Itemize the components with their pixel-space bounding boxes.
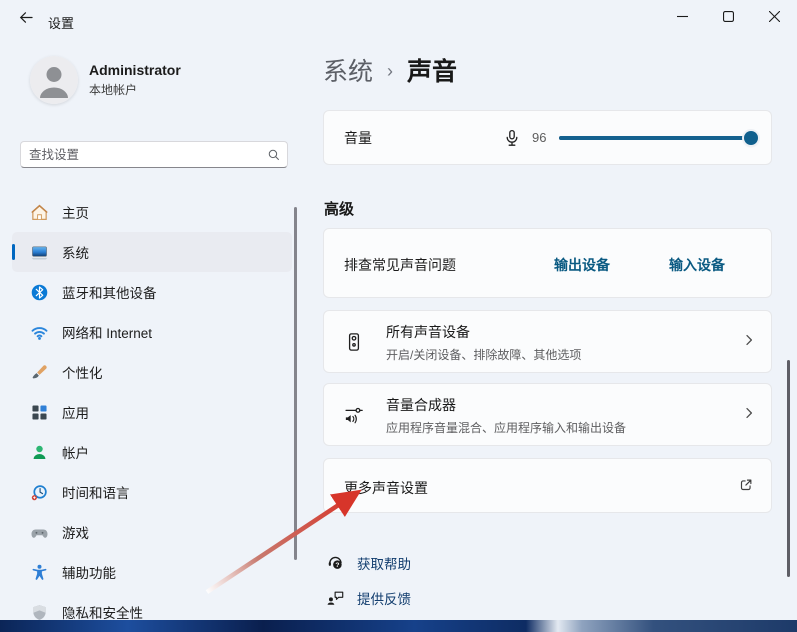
sidebar-item-accounts[interactable]: 帐户 bbox=[12, 432, 292, 472]
sidebar-item-system[interactable]: 系统 bbox=[12, 232, 292, 272]
troubleshoot-label: 排查常见声音问题 bbox=[344, 255, 456, 275]
sidebar-nav: 主页 系统 蓝牙和其他设备 网络和 In bbox=[12, 192, 292, 632]
system-icon bbox=[29, 242, 49, 262]
all-sound-devices-row[interactable]: 所有声音设备 开启/关闭设备、排除故障、其他选项 bbox=[323, 310, 772, 373]
volume-label: 音量 bbox=[344, 128, 372, 148]
chevron-right-icon bbox=[741, 405, 757, 426]
sidebar-item-time-language[interactable]: 时间和语言 bbox=[12, 472, 292, 512]
close-button[interactable] bbox=[751, 0, 797, 32]
minimize-button[interactable] bbox=[659, 0, 705, 32]
more-sound-settings-label: 更多声音设置 bbox=[344, 478, 428, 498]
breadcrumb-separator: › bbox=[387, 61, 393, 82]
chevron-right-icon bbox=[741, 332, 757, 353]
footer-links: ? 获取帮助 提供反馈 bbox=[325, 545, 411, 615]
network-icon bbox=[29, 322, 49, 342]
back-button[interactable] bbox=[10, 6, 42, 34]
back-arrow-icon bbox=[18, 9, 35, 31]
svg-text:?: ? bbox=[335, 562, 339, 569]
give-feedback-link[interactable]: 提供反馈 bbox=[325, 580, 411, 615]
avatar bbox=[30, 56, 78, 104]
sidebar-scrollbar[interactable] bbox=[294, 207, 297, 560]
apps-icon bbox=[29, 402, 49, 422]
accessibility-icon bbox=[29, 562, 49, 582]
get-help-link[interactable]: ? 获取帮助 bbox=[325, 545, 411, 580]
home-icon bbox=[29, 202, 49, 222]
page-title: 声音 bbox=[407, 52, 457, 88]
window-title: 设置 bbox=[48, 13, 74, 32]
microphone-icon bbox=[502, 128, 522, 153]
profile-account-type: 本地帐户 bbox=[89, 81, 181, 98]
search-box[interactable] bbox=[20, 141, 288, 168]
sidebar-item-home[interactable]: 主页 bbox=[12, 192, 292, 232]
speaker-device-icon bbox=[343, 331, 365, 358]
volume-mixer-row[interactable]: 音量合成器 应用程序音量混合、应用程序输入和输出设备 bbox=[323, 383, 772, 446]
volume-slider[interactable] bbox=[559, 136, 759, 140]
profile[interactable]: Administrator 本地帐户 bbox=[30, 56, 181, 104]
output-devices-link[interactable]: 输出设备 bbox=[554, 255, 610, 275]
profile-name: Administrator bbox=[89, 62, 181, 78]
privacy-icon bbox=[29, 602, 49, 622]
help-headset-icon: ? bbox=[325, 553, 345, 572]
sidebar-item-accessibility[interactable]: 辅助功能 bbox=[12, 552, 292, 592]
sidebar-item-network[interactable]: 网络和 Internet bbox=[12, 312, 292, 352]
external-link-icon bbox=[737, 476, 755, 499]
main-content: 系统 › 声音 音量 96 高级 排查常见声音问题 输出设备 输入设备 bbox=[323, 40, 772, 632]
more-sound-settings-row[interactable]: 更多声音设置 bbox=[323, 458, 772, 513]
selected-indicator bbox=[12, 244, 15, 260]
accounts-icon bbox=[29, 442, 49, 462]
settings-window: 设置 Administrator 本地帐户 bbox=[0, 0, 797, 632]
sidebar: Administrator 本地帐户 主页 bbox=[0, 40, 305, 632]
maximize-button[interactable] bbox=[705, 0, 751, 32]
all-sound-devices-title: 所有声音设备 bbox=[386, 322, 581, 342]
all-sound-devices-subtitle: 开启/关闭设备、排除故障、其他选项 bbox=[386, 346, 581, 363]
search-icon bbox=[261, 148, 287, 162]
volume-mixer-subtitle: 应用程序音量混合、应用程序输入和输出设备 bbox=[386, 419, 626, 436]
volume-slider-thumb[interactable] bbox=[744, 131, 758, 145]
sidebar-item-bluetooth[interactable]: 蓝牙和其他设备 bbox=[12, 272, 292, 312]
time-language-icon bbox=[29, 482, 49, 502]
sidebar-item-apps[interactable]: 应用 bbox=[12, 392, 292, 432]
desktop-wallpaper-strip bbox=[0, 620, 797, 632]
breadcrumb-system[interactable]: 系统 bbox=[323, 52, 373, 88]
personalization-icon bbox=[29, 362, 49, 382]
page-scrollbar[interactable] bbox=[787, 360, 790, 577]
titlebar: 设置 bbox=[0, 0, 797, 40]
gaming-icon bbox=[29, 522, 49, 542]
feedback-icon bbox=[325, 588, 345, 607]
troubleshoot-card: 排查常见声音问题 输出设备 输入设备 bbox=[323, 228, 772, 298]
window-controls bbox=[659, 0, 797, 32]
search-input[interactable] bbox=[21, 148, 261, 162]
volume-card: 音量 96 bbox=[323, 110, 772, 165]
bluetooth-icon bbox=[29, 282, 49, 302]
advanced-heading: 高级 bbox=[324, 198, 354, 219]
volume-value: 96 bbox=[532, 130, 546, 145]
breadcrumb: 系统 › 声音 bbox=[323, 52, 457, 88]
volume-slider-fill bbox=[559, 136, 751, 140]
volume-mixer-title: 音量合成器 bbox=[386, 395, 626, 415]
mixer-icon bbox=[343, 404, 365, 431]
sidebar-item-personalization[interactable]: 个性化 bbox=[12, 352, 292, 392]
input-devices-link[interactable]: 输入设备 bbox=[669, 255, 725, 275]
sidebar-item-gaming[interactable]: 游戏 bbox=[12, 512, 292, 552]
